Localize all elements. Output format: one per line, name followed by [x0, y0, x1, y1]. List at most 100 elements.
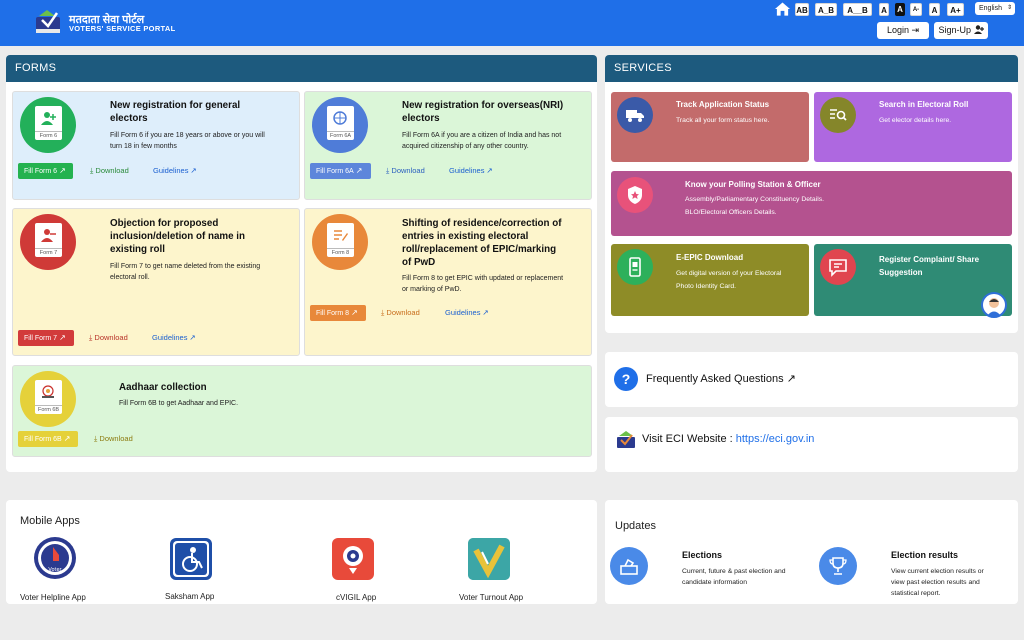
search-list-icon: [820, 97, 856, 133]
form8-title-line: of PwD: [402, 257, 436, 268]
voter-icon-text: Voter: [48, 567, 62, 573]
form6a-icon-label: Form 6A: [327, 131, 354, 140]
chatbot-avatar-icon[interactable]: [981, 292, 1007, 318]
voter-turnout-app-label[interactable]: Voter Turnout App: [459, 593, 523, 602]
eci-url-link[interactable]: https://eci.gov.in: [736, 433, 815, 445]
elections-title[interactable]: Elections: [682, 550, 722, 560]
search-title: Search in Electoral Roll: [879, 100, 969, 109]
forms-panel: FORMS Form 6 New registration for genera…: [6, 55, 597, 472]
arrow-up-right-icon: ↗: [190, 166, 197, 175]
form7-guidelines-label: Guidelines: [152, 333, 188, 342]
cvigil-app-label[interactable]: cVIGIL App: [336, 593, 376, 602]
updates-panel: Updates Elections Current, future & past…: [605, 500, 1018, 604]
elections-desc-line: Current, future & past election and: [682, 568, 786, 575]
fill-form6a-button[interactable]: Fill Form 6A ↗: [310, 163, 371, 179]
form8-desc-line: or marking of PwD.: [402, 286, 462, 293]
fill-form6-button[interactable]: Fill Form 6 ↗: [18, 163, 73, 179]
home-icon[interactable]: [775, 2, 790, 16]
form6b-download-link[interactable]: ⤓ Download: [94, 431, 133, 447]
text-spacing-normal-button[interactable]: AB: [795, 3, 809, 16]
form8-download-label: Download: [386, 308, 420, 317]
login-button[interactable]: Login ⇥: [877, 22, 929, 39]
form6-card[interactable]: Form 6 New registration for general elec…: [12, 91, 300, 200]
arrow-up-right-icon: ↗: [482, 308, 489, 317]
language-select[interactable]: English ⇕: [975, 2, 1015, 15]
form7-download-link[interactable]: ⤓ Download: [89, 330, 128, 346]
arrow-up-right-icon: ↗: [786, 373, 796, 385]
normal-font-button[interactable]: A: [929, 3, 940, 16]
form6a-title-line: electors: [402, 113, 440, 124]
track-description: Track all your form status here.: [676, 117, 770, 124]
form8-description: Fill Form 8 to get EPIC with updated or …: [402, 273, 563, 295]
signup-button[interactable]: Sign-Up: [934, 22, 988, 39]
services-panel: SERVICES Track Application Status Track …: [605, 55, 1018, 333]
polling-station-tile[interactable]: Know your Polling Station & Officer Asse…: [611, 171, 1012, 236]
form6a-guidelines-link[interactable]: Guidelines ↗: [449, 163, 493, 179]
search-electoral-roll-tile[interactable]: Search in Electoral Roll Get elector det…: [814, 92, 1012, 162]
dark-contrast-button[interactable]: A: [895, 3, 905, 16]
form7-icon-label: Form 7: [35, 248, 62, 257]
form6a-description: Fill Form 6A if you are a citizen of Ind…: [402, 130, 561, 152]
saksham-app-icon[interactable]: [170, 538, 212, 580]
form8-icon-label: Form 8: [327, 248, 354, 257]
form6-download-link[interactable]: ⤓ Download: [90, 163, 129, 179]
form6-title: New registration for general electors: [110, 99, 240, 125]
form8-guidelines-link[interactable]: Guidelines ↗: [445, 305, 489, 321]
track-application-tile[interactable]: Track Application Status Track all your …: [611, 92, 809, 162]
register-complaint-tile[interactable]: Register Complaint/ Share Suggestion: [814, 244, 1012, 318]
text-spacing-medium-button[interactable]: A_B: [815, 3, 837, 16]
election-results-title[interactable]: Election results: [891, 550, 958, 560]
fill-form6b-label: Fill Form 6B: [24, 436, 62, 443]
light-contrast-button[interactable]: A: [879, 3, 889, 16]
truck-icon: [617, 97, 653, 133]
eci-logo-icon[interactable]: [33, 7, 63, 37]
faq-card[interactable]: ? Frequently Asked Questions ↗: [605, 352, 1018, 407]
epic-description: Get digital version of your Electoral Ph…: [676, 267, 781, 293]
fill-form7-button[interactable]: Fill Form 7 ↗: [18, 330, 74, 346]
form6b-icon: Form 6B: [20, 371, 76, 427]
form8-download-link[interactable]: ⤓ Download: [381, 305, 420, 321]
login-arrow-icon: ⇥: [911, 25, 920, 35]
form8-title: Shifting of residence/correction of entr…: [402, 217, 562, 269]
form6-desc-line: turn 18 in few months: [110, 143, 177, 150]
election-results-description: View current election results or view pa…: [891, 566, 984, 599]
form6-title-line: electors: [110, 113, 148, 124]
form6b-title: Aadhaar collection: [119, 382, 207, 393]
form7-guidelines-link[interactable]: Guidelines ↗: [152, 330, 196, 346]
form6-desc-line: Fill Form 6 if you are 18 years or above…: [110, 132, 265, 139]
form6a-card[interactable]: Form 6A New registration for overseas(NR…: [304, 91, 592, 200]
decrease-font-button[interactable]: A-: [910, 3, 922, 16]
form6a-guidelines-label: Guidelines: [449, 166, 485, 175]
saksham-app-label[interactable]: Saksham App: [165, 592, 214, 601]
cvigil-app-icon[interactable]: [332, 538, 374, 580]
faq-label: Frequently Asked Questions: [646, 373, 784, 385]
increase-font-button[interactable]: A+: [947, 3, 964, 16]
chevron-updown-icon: ⇕: [1006, 5, 1012, 11]
form8-title-line: Shifting of residence/correction of: [402, 218, 562, 229]
results-desc-line: view past election results and: [891, 579, 980, 586]
form6a-title: New registration for overseas(NRI) elect…: [402, 99, 563, 125]
arrow-up-right-icon: ↗: [486, 166, 493, 175]
form6b-card[interactable]: Form 6B Aadhaar collection Fill Form 6B …: [12, 365, 592, 457]
text-spacing-large-button[interactable]: A__B: [843, 3, 872, 16]
complaint-title-line: Suggestion: [879, 268, 923, 277]
voter-helpline-app-label[interactable]: Voter Helpline App: [20, 593, 86, 602]
fill-form8-button[interactable]: Fill Form 8 ↗: [310, 305, 366, 321]
form6a-desc-line: acquired citizenship of any other countr…: [402, 143, 529, 150]
login-label: Login: [886, 25, 909, 35]
form8-icon: Form 8: [312, 214, 368, 270]
mobile-card-icon: [617, 249, 653, 285]
eci-website-text: Visit ECI Website : https://eci.gov.in: [642, 433, 814, 445]
faq-link[interactable]: Frequently Asked Questions ↗: [646, 372, 796, 385]
form6-description: Fill Form 6 if you are 18 years or above…: [110, 130, 265, 152]
results-desc-line: statistical report.: [891, 590, 941, 597]
voter-turnout-app-icon[interactable]: [468, 538, 510, 580]
form6a-download-link[interactable]: ⤓ Download: [386, 163, 425, 179]
form7-title-line: inclusion/deletion of name in: [110, 231, 245, 242]
e-epic-download-tile[interactable]: E-EPIC Download Get digital version of y…: [611, 244, 809, 316]
form7-card[interactable]: Form 7 Objection for proposed inclusion/…: [12, 208, 300, 356]
fill-form6b-button[interactable]: Fill Form 6B ↗: [18, 431, 78, 447]
form6-guidelines-link[interactable]: Guidelines ↗: [153, 163, 197, 179]
form8-card[interactable]: Form 8 Shifting of residence/correction …: [304, 208, 592, 356]
voter-helpline-app-icon[interactable]: Voter: [34, 537, 76, 579]
